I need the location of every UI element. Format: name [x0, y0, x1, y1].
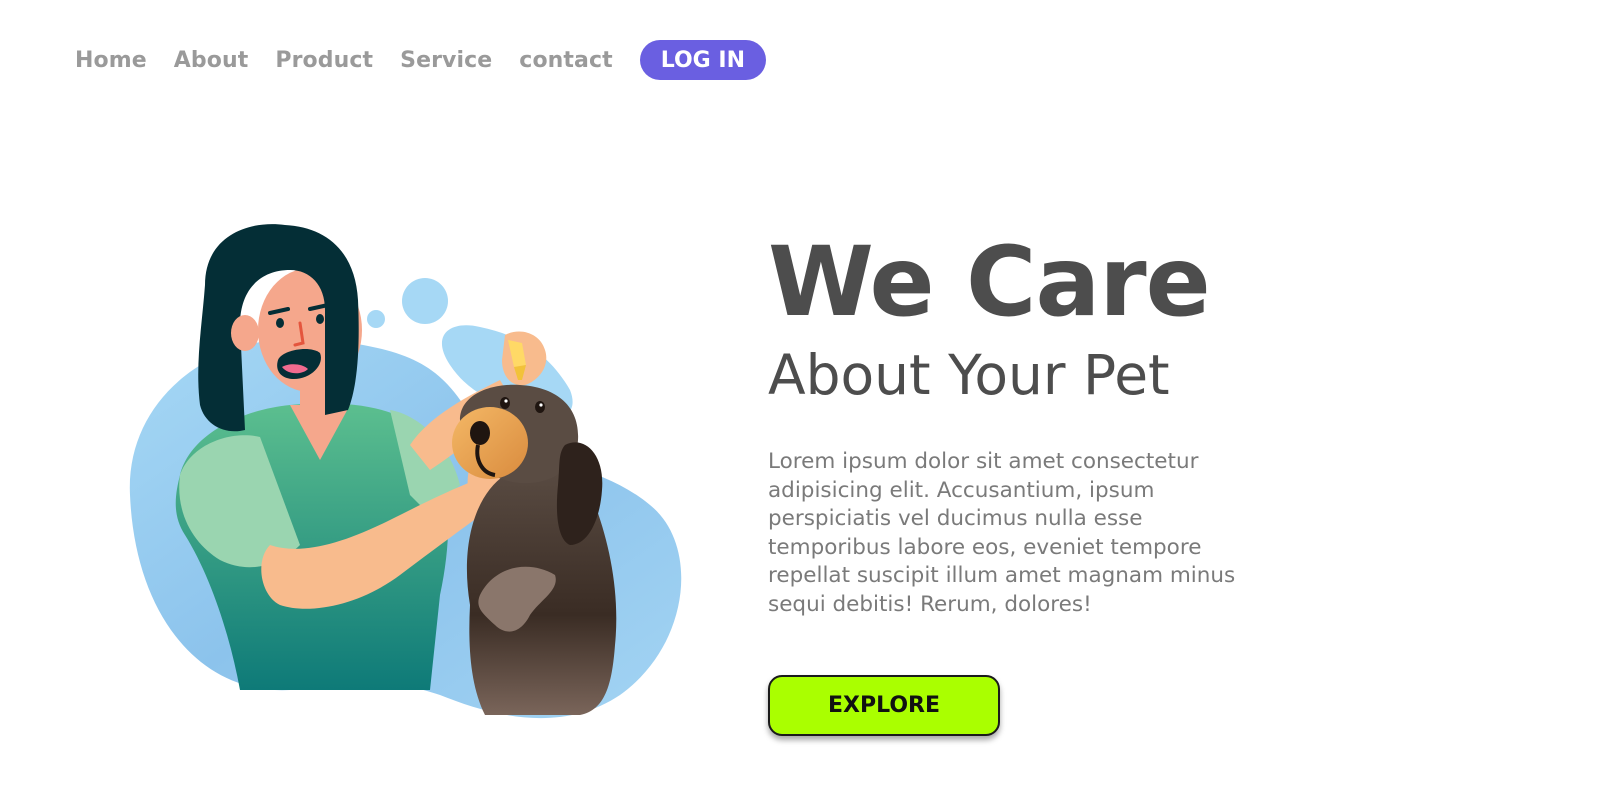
- nav-link-home[interactable]: Home: [75, 48, 147, 73]
- hero-subtitle: About Your Pet: [768, 343, 1170, 407]
- nav-link-about[interactable]: About: [174, 48, 249, 73]
- nav-link-service[interactable]: Service: [400, 48, 492, 73]
- login-button[interactable]: LOG IN: [639, 40, 766, 80]
- nav-link-contact[interactable]: contact: [519, 48, 612, 73]
- top-navigation: Home About Product Service contact LOG I…: [75, 40, 766, 80]
- hero-title: We Care: [768, 226, 1211, 338]
- explore-button[interactable]: EXPLORE: [768, 675, 1000, 736]
- woman-giving-dog-eye-drops-illustration: [110, 215, 700, 735]
- hero-section: We Care About Your Pet Lorem ipsum dolor…: [768, 230, 1288, 619]
- hero-description: Lorem ipsum dolor sit amet consectetur a…: [768, 449, 1236, 617]
- nav-link-product[interactable]: Product: [275, 48, 373, 73]
